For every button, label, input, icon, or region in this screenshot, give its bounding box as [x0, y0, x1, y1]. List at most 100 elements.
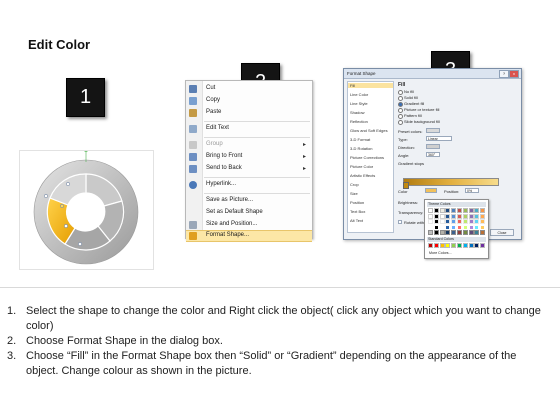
theme-color-swatch[interactable] — [433, 224, 439, 230]
theme-color-swatch[interactable] — [451, 230, 457, 236]
theme-color-swatch[interactable] — [428, 224, 433, 230]
menu-item-set-default-shape[interactable]: Set as Default Shape — [186, 207, 312, 219]
theme-color-swatch[interactable] — [457, 208, 462, 213]
theme-color-swatch[interactable] — [451, 219, 457, 225]
menu-item-copy[interactable]: Copy — [186, 95, 312, 107]
radio-no-fill[interactable] — [398, 90, 403, 95]
color-picker-button[interactable] — [425, 188, 437, 193]
radio-pattern-fill[interactable] — [398, 114, 403, 119]
theme-color-swatch[interactable] — [468, 213, 474, 219]
category-text-box[interactable]: Text Box — [350, 209, 365, 214]
menu-item-hyperlink[interactable]: Hyperlink... — [186, 179, 312, 191]
theme-color-swatch[interactable] — [428, 213, 433, 219]
radio-solid-fill[interactable] — [398, 96, 403, 101]
theme-color-swatch[interactable] — [474, 219, 480, 225]
theme-color-swatch[interactable] — [439, 219, 445, 225]
theme-color-swatch[interactable] — [462, 213, 468, 219]
theme-color-swatch[interactable] — [451, 224, 457, 230]
close-button[interactable]: Close — [490, 229, 514, 236]
theme-color-swatch[interactable] — [468, 208, 474, 213]
category-glow[interactable]: Glow and Soft Edges — [350, 128, 388, 133]
theme-color-swatch[interactable] — [445, 219, 451, 225]
radio-picture-fill[interactable] — [398, 108, 403, 113]
theme-color-swatch[interactable] — [468, 230, 474, 236]
standard-color-swatch[interactable] — [451, 243, 457, 248]
category-line-color[interactable]: Line Color — [350, 92, 368, 97]
theme-color-swatch[interactable] — [451, 213, 457, 219]
position-input[interactable]: 0% — [465, 188, 479, 193]
theme-color-swatch[interactable] — [462, 230, 468, 236]
theme-color-swatch[interactable] — [439, 213, 445, 219]
gradient-stop-marker[interactable] — [403, 182, 409, 189]
theme-color-swatch[interactable] — [433, 213, 439, 219]
theme-color-swatch[interactable] — [445, 224, 451, 230]
theme-color-swatch[interactable] — [474, 224, 480, 230]
category-crop[interactable]: Crop — [350, 182, 359, 187]
menu-item-group[interactable]: Group ▸ — [186, 139, 312, 151]
theme-color-swatch[interactable] — [428, 219, 433, 225]
theme-color-swatch[interactable] — [433, 219, 439, 225]
theme-color-swatch[interactable] — [433, 208, 439, 213]
theme-color-swatch[interactable] — [451, 208, 457, 213]
theme-color-swatch[interactable] — [462, 224, 468, 230]
theme-color-swatch[interactable] — [433, 230, 439, 236]
menu-item-format-shape[interactable]: Format Shape... — [186, 230, 312, 242]
radio-slide-background-fill[interactable] — [398, 120, 403, 125]
theme-color-swatch[interactable] — [439, 224, 445, 230]
standard-color-swatch[interactable] — [462, 243, 468, 248]
category-3d-format[interactable]: 3-D Format — [350, 137, 370, 142]
category-picture-corrections[interactable]: Picture Corrections — [350, 155, 384, 160]
theme-color-swatch[interactable] — [480, 224, 486, 230]
standard-color-swatch[interactable] — [457, 243, 462, 248]
category-size[interactable]: Size — [350, 191, 358, 196]
preset-colors-dropdown[interactable] — [426, 128, 440, 133]
rotate-with-shape-checkbox[interactable] — [398, 220, 402, 224]
category-line-style[interactable]: Line Style — [350, 101, 368, 106]
standard-color-swatch[interactable] — [439, 243, 445, 248]
type-dropdown[interactable]: Linear — [426, 136, 452, 141]
menu-item-save-as-picture[interactable]: Save as Picture... — [186, 195, 312, 207]
standard-color-swatch[interactable] — [445, 243, 451, 248]
theme-color-swatch[interactable] — [439, 208, 445, 213]
theme-color-swatch[interactable] — [474, 213, 480, 219]
theme-color-swatch[interactable] — [457, 213, 462, 219]
standard-color-swatch[interactable] — [474, 243, 480, 248]
donut-chart-graphic[interactable] — [20, 148, 153, 269]
theme-color-swatch[interactable] — [457, 219, 462, 225]
theme-color-swatch[interactable] — [480, 213, 486, 219]
category-alt-text[interactable]: Alt Text — [350, 218, 363, 223]
theme-color-swatch[interactable] — [428, 208, 433, 213]
theme-color-swatch[interactable] — [480, 219, 486, 225]
theme-color-swatch[interactable] — [445, 208, 451, 213]
theme-color-swatch[interactable] — [474, 208, 480, 213]
standard-color-swatch[interactable] — [480, 243, 486, 248]
category-fill[interactable]: Fill — [348, 83, 393, 88]
category-picture-color[interactable]: Picture Color — [350, 164, 373, 169]
standard-color-swatch[interactable] — [428, 243, 433, 248]
menu-item-bring-to-front[interactable]: Bring to Front ▸ — [186, 151, 312, 163]
theme-color-swatch[interactable] — [457, 224, 462, 230]
close-icon[interactable]: x — [509, 70, 519, 78]
theme-color-swatch[interactable] — [462, 208, 468, 213]
direction-dropdown[interactable] — [426, 144, 440, 149]
help-button[interactable]: ? — [499, 70, 509, 78]
category-shadow[interactable]: Shadow — [350, 110, 364, 115]
theme-color-swatch[interactable] — [468, 224, 474, 230]
more-colors-link[interactable]: More Colors... — [429, 251, 452, 255]
theme-color-swatch[interactable] — [457, 230, 462, 236]
radio-gradient-fill[interactable] — [398, 102, 403, 107]
theme-color-swatch[interactable] — [439, 230, 445, 236]
theme-color-swatch[interactable] — [474, 230, 480, 236]
menu-item-paste[interactable]: Paste — [186, 107, 312, 119]
theme-color-swatch[interactable] — [445, 230, 451, 236]
menu-item-cut[interactable]: Cut — [186, 83, 312, 95]
category-artistic-effects[interactable]: Artistic Effects — [350, 173, 375, 178]
standard-color-swatch[interactable] — [433, 243, 439, 248]
theme-color-swatch[interactable] — [462, 219, 468, 225]
menu-item-edit-text[interactable]: Edit Text — [186, 123, 312, 135]
standard-color-swatch[interactable] — [468, 243, 474, 248]
category-position[interactable]: Position — [350, 200, 364, 205]
theme-color-swatch[interactable] — [445, 213, 451, 219]
menu-item-send-to-back[interactable]: Send to Back ▸ — [186, 163, 312, 175]
angle-input[interactable]: 360° — [426, 152, 440, 157]
